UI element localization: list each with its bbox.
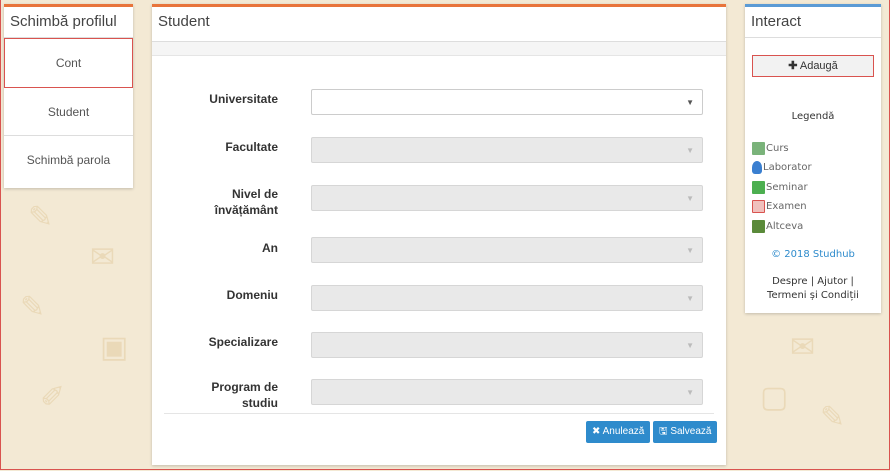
field-label-universitate: Universitate — [209, 92, 278, 106]
floppy-disk-icon: 🖫 — [659, 426, 668, 437]
legend-item-altceva: Altceva — [752, 218, 803, 236]
background-doodle: ▣ — [100, 331, 129, 364]
profile-menu-panel: Schimbă profilul Cont Student Schimbă pa… — [4, 4, 133, 188]
copyright-text: © 2018 Studhub — [771, 249, 855, 260]
an-select[interactable]: ▼ — [311, 237, 703, 263]
menu-item-cont[interactable]: Cont — [4, 38, 133, 88]
flask-icon — [752, 160, 762, 174]
background-doodle: ✐ — [40, 381, 66, 414]
universitate-select[interactable]: ▼ — [311, 89, 703, 115]
termeni-link[interactable]: Termeni și Condiții — [767, 290, 859, 301]
add-button[interactable]: ✚ Adaugă — [752, 55, 874, 77]
legend-label: Altceva — [766, 221, 804, 232]
background-doodle: ✎ — [28, 201, 54, 234]
legend-label: Laborator — [763, 162, 812, 173]
close-icon: ✖ — [592, 426, 601, 437]
chevron-down-icon: ▼ — [686, 294, 694, 303]
menu-item-student[interactable]: Student — [4, 88, 133, 136]
chevron-down-icon: ▼ — [686, 341, 694, 350]
background-doodle: ▢ — [760, 381, 789, 414]
background-doodle: ✎ — [20, 291, 46, 324]
domeniu-select[interactable]: ▼ — [311, 285, 703, 311]
nivel-invatamant-select[interactable]: ▼ — [311, 185, 703, 211]
menu-item-schimba-parola[interactable]: Schimbă parola — [4, 136, 133, 184]
cancel-button-label: Anulează — [602, 426, 645, 437]
specializare-select[interactable]: ▼ — [311, 332, 703, 358]
chevron-down-icon: ▼ — [686, 246, 694, 255]
legend-label: Seminar — [766, 182, 808, 193]
other-icon — [752, 219, 765, 233]
footer-links: Despre | Ajutor | Termeni și Condiții — [767, 276, 859, 301]
background-doodle: ✉ — [790, 331, 816, 364]
legend-label: Examen — [766, 201, 807, 212]
cancel-button[interactable]: ✖ Anulează — [586, 421, 651, 443]
save-button[interactable]: 🖫 Salvează — [653, 421, 718, 443]
field-label-facultate: Facultate — [225, 140, 278, 154]
books-icon — [752, 180, 765, 194]
interact-panel: Interact ✚ Adaugă Legendă Curs Laborator… — [745, 4, 881, 313]
chevron-down-icon: ▼ — [686, 388, 694, 397]
despre-link[interactable]: Despre — [772, 276, 807, 287]
field-label-nivel: Nivel de învățământ — [214, 187, 278, 217]
field-label-domeniu: Domeniu — [226, 288, 278, 302]
legend-item-seminar: Seminar — [752, 179, 808, 197]
chevron-down-icon: ▼ — [686, 98, 694, 107]
background-doodle: ✉ — [90, 241, 116, 274]
field-label-program: Program de studiu — [211, 380, 278, 410]
save-button-label: Salvează — [670, 426, 712, 437]
blackboard-icon — [752, 141, 765, 155]
program-studiu-select[interactable]: ▼ — [311, 379, 703, 405]
ajutor-link[interactable]: Ajutor — [817, 276, 847, 287]
profile-menu-title: Schimbă profilul — [4, 7, 133, 38]
student-form-panel: Student Universitate ▼ Facultate ▼ Nivel… — [152, 4, 726, 465]
interact-panel-title: Interact — [745, 7, 881, 38]
chevron-down-icon: ▼ — [686, 146, 694, 155]
legend-title: Legendă — [791, 111, 835, 122]
student-panel-title: Student — [152, 7, 726, 42]
field-label-specializare: Specializare — [208, 335, 278, 349]
background-doodle: ✎ — [820, 401, 846, 434]
facultate-select[interactable]: ▼ — [311, 137, 703, 163]
legend-item-laborator: Laborator — [752, 159, 812, 177]
chevron-down-icon: ▼ — [686, 194, 694, 203]
panel-header-band — [152, 42, 726, 56]
exam-paper-icon — [752, 199, 765, 213]
add-button-label: Adaugă — [799, 60, 838, 72]
legend-label: Curs — [766, 143, 789, 154]
legend-item-examen: Examen — [752, 198, 807, 216]
legend-item-curs: Curs — [752, 140, 789, 158]
form-footer-divider — [164, 413, 714, 414]
field-label-an: An — [262, 241, 278, 255]
plus-icon: ✚ — [788, 60, 798, 72]
